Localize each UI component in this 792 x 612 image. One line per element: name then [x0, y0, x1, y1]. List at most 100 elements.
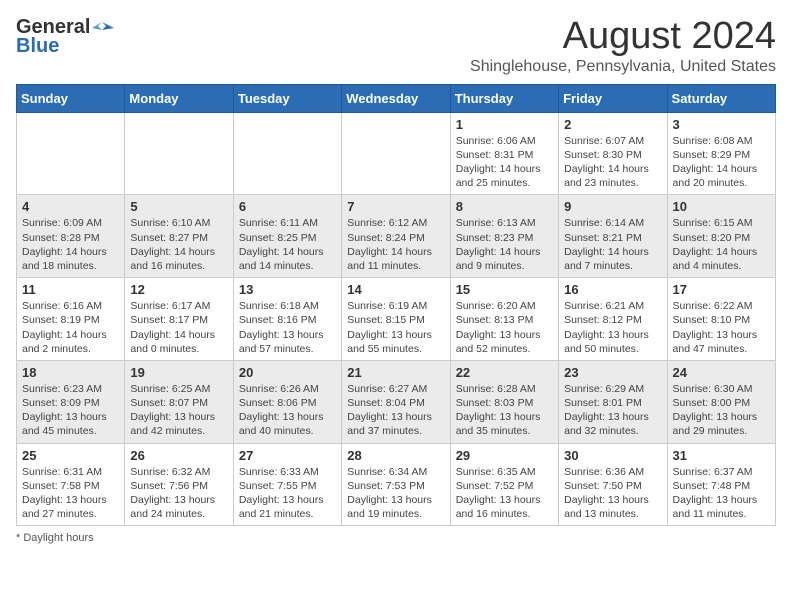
week-row-2: 4Sunrise: 6:09 AMSunset: 8:28 PMDaylight…	[17, 195, 776, 278]
day-info: Sunrise: 6:34 AMSunset: 7:53 PMDaylight:…	[347, 465, 444, 522]
day-info: Sunrise: 6:35 AMSunset: 7:52 PMDaylight:…	[456, 465, 553, 522]
day-cell: 9 Sunrise: 6:14 AMSunset: 8:21 PMDaylight…	[559, 195, 667, 278]
day-info: Sunrise: 6:06 AMSunset: 8:31 PMDaylight:…	[456, 134, 553, 191]
day-cell: 3 Sunrise: 6:08 AMSunset: 8:29 PMDaylight…	[667, 112, 775, 195]
day-cell	[125, 112, 233, 195]
page-subtitle: Shinglehouse, Pennsylvania, United State…	[470, 58, 776, 76]
day-cell: 20Sunrise: 6:26 AMSunset: 8:06 PMDayligh…	[233, 360, 341, 443]
page-title: August 2024	[470, 16, 776, 58]
day-number: 17	[673, 282, 770, 297]
day-cell: 17 Sunrise: 6:22 AMSunset: 8:10 PMDayligh…	[667, 278, 775, 361]
day-cell	[233, 112, 341, 195]
day-info: Sunrise: 6:11 AMSunset: 8:25 PMDaylight:…	[239, 216, 336, 273]
day-info: Sunrise: 6:21 AMSunset: 8:12 PMDaylight:…	[564, 299, 661, 356]
day-cell: 4Sunrise: 6:09 AMSunset: 8:28 PMDaylight…	[17, 195, 125, 278]
day-info: Sunrise: 6:08 AMSunset: 8:29 PMDaylight:…	[673, 134, 770, 191]
day-number: 26	[130, 448, 227, 463]
header-row: SundayMondayTuesdayWednesdayThursdayFrid…	[17, 84, 776, 112]
day-number: 27	[239, 448, 336, 463]
day-info: Sunrise: 6:31 AMSunset: 7:58 PMDaylight:…	[22, 465, 119, 522]
day-cell: 15Sunrise: 6:20 AMSunset: 8:13 PMDayligh…	[450, 278, 558, 361]
col-header-sunday: Sunday	[17, 84, 125, 112]
week-row-1: 1 Sunrise: 6:06 AMSunset: 8:31 PMDaylight…	[17, 112, 776, 195]
day-info: Sunrise: 6:27 AMSunset: 8:04 PMDaylight:…	[347, 382, 444, 439]
week-row-5: 25 Sunrise: 6:31 AMSunset: 7:58 PMDayligh…	[17, 443, 776, 526]
day-info: Sunrise: 6:29 AMSunset: 8:01 PMDaylight:…	[564, 382, 661, 439]
day-info: Sunrise: 6:19 AMSunset: 8:15 PMDaylight:…	[347, 299, 444, 356]
day-number: 29	[456, 448, 553, 463]
day-number: 14	[347, 282, 444, 297]
day-cell: 10Sunrise: 6:15 AMSunset: 8:20 PMDayligh…	[667, 195, 775, 278]
day-info: Sunrise: 6:07 AMSunset: 8:30 PMDaylight:…	[564, 134, 661, 191]
logo-blue: Blue	[16, 35, 59, 58]
day-cell: 18Sunrise: 6:23 AMSunset: 8:09 PMDayligh…	[17, 360, 125, 443]
day-number: 25	[22, 448, 119, 463]
day-cell: 28 Sunrise: 6:34 AMSunset: 7:53 PMDayligh…	[342, 443, 450, 526]
title-block: August 2024 Shinglehouse, Pennsylvania, …	[470, 16, 776, 76]
day-number: 4	[22, 199, 119, 214]
day-number: 23	[564, 365, 661, 380]
day-info: Sunrise: 6:13 AMSunset: 8:23 PMDaylight:…	[456, 216, 553, 273]
day-info: Sunrise: 6:16 AMSunset: 8:19 PMDaylight:…	[22, 299, 119, 356]
day-cell: 5 Sunrise: 6:10 AMSunset: 8:27 PMDaylight…	[125, 195, 233, 278]
col-header-monday: Monday	[125, 84, 233, 112]
day-cell: 23 Sunrise: 6:29 AMSunset: 8:01 PMDayligh…	[559, 360, 667, 443]
day-cell: 11 Sunrise: 6:16 AMSunset: 8:19 PMDayligh…	[17, 278, 125, 361]
day-cell: 21 Sunrise: 6:27 AMSunset: 8:04 PMDayligh…	[342, 360, 450, 443]
logo-bird-icon	[92, 20, 114, 36]
day-number: 5	[130, 199, 227, 214]
col-header-thursday: Thursday	[450, 84, 558, 112]
col-header-friday: Friday	[559, 84, 667, 112]
header: General Blue August 2024 Shinglehouse, P…	[16, 16, 776, 76]
day-number: 31	[673, 448, 770, 463]
day-cell	[17, 112, 125, 195]
col-header-wednesday: Wednesday	[342, 84, 450, 112]
day-number: 16	[564, 282, 661, 297]
day-cell: 19 Sunrise: 6:25 AMSunset: 8:07 PMDayligh…	[125, 360, 233, 443]
day-number: 13	[239, 282, 336, 297]
day-number: 6	[239, 199, 336, 214]
day-cell: 26 Sunrise: 6:32 AMSunset: 7:56 PMDayligh…	[125, 443, 233, 526]
day-cell: 31 Sunrise: 6:37 AMSunset: 7:48 PMDayligh…	[667, 443, 775, 526]
footer-text: Daylight hours	[23, 532, 93, 544]
day-number: 8	[456, 199, 553, 214]
day-cell: 7Sunrise: 6:12 AMSunset: 8:24 PMDaylight…	[342, 195, 450, 278]
day-number: 11	[22, 282, 119, 297]
day-number: 30	[564, 448, 661, 463]
day-cell: 1 Sunrise: 6:06 AMSunset: 8:31 PMDaylight…	[450, 112, 558, 195]
day-number: 18	[22, 365, 119, 380]
week-row-3: 11 Sunrise: 6:16 AMSunset: 8:19 PMDayligh…	[17, 278, 776, 361]
day-cell: 14 Sunrise: 6:19 AMSunset: 8:15 PMDayligh…	[342, 278, 450, 361]
day-info: Sunrise: 6:25 AMSunset: 8:07 PMDaylight:…	[130, 382, 227, 439]
day-info: Sunrise: 6:15 AMSunset: 8:20 PMDaylight:…	[673, 216, 770, 273]
col-header-saturday: Saturday	[667, 84, 775, 112]
day-number: 1	[456, 117, 553, 132]
day-number: 21	[347, 365, 444, 380]
footer-note: * Daylight hours	[16, 532, 776, 544]
day-number: 28	[347, 448, 444, 463]
day-cell: 22Sunrise: 6:28 AMSunset: 8:03 PMDayligh…	[450, 360, 558, 443]
day-number: 2	[564, 117, 661, 132]
day-info: Sunrise: 6:17 AMSunset: 8:17 PMDaylight:…	[130, 299, 227, 356]
day-cell: 8 Sunrise: 6:13 AMSunset: 8:23 PMDaylight…	[450, 195, 558, 278]
day-cell: 24Sunrise: 6:30 AMSunset: 8:00 PMDayligh…	[667, 360, 775, 443]
day-cell: 30 Sunrise: 6:36 AMSunset: 7:50 PMDayligh…	[559, 443, 667, 526]
day-number: 9	[564, 199, 661, 214]
day-info: Sunrise: 6:10 AMSunset: 8:27 PMDaylight:…	[130, 216, 227, 273]
day-info: Sunrise: 6:20 AMSunset: 8:13 PMDaylight:…	[456, 299, 553, 356]
day-number: 19	[130, 365, 227, 380]
day-info: Sunrise: 6:36 AMSunset: 7:50 PMDaylight:…	[564, 465, 661, 522]
day-cell: 29 Sunrise: 6:35 AMSunset: 7:52 PMDayligh…	[450, 443, 558, 526]
day-info: Sunrise: 6:37 AMSunset: 7:48 PMDaylight:…	[673, 465, 770, 522]
day-info: Sunrise: 6:30 AMSunset: 8:00 PMDaylight:…	[673, 382, 770, 439]
day-cell: 25 Sunrise: 6:31 AMSunset: 7:58 PMDayligh…	[17, 443, 125, 526]
day-cell: 6 Sunrise: 6:11 AMSunset: 8:25 PMDaylight…	[233, 195, 341, 278]
day-number: 3	[673, 117, 770, 132]
day-number: 12	[130, 282, 227, 297]
day-info: Sunrise: 6:28 AMSunset: 8:03 PMDaylight:…	[456, 382, 553, 439]
day-cell: 13Sunrise: 6:18 AMSunset: 8:16 PMDayligh…	[233, 278, 341, 361]
day-info: Sunrise: 6:12 AMSunset: 8:24 PMDaylight:…	[347, 216, 444, 273]
day-info: Sunrise: 6:22 AMSunset: 8:10 PMDaylight:…	[673, 299, 770, 356]
day-info: Sunrise: 6:32 AMSunset: 7:56 PMDaylight:…	[130, 465, 227, 522]
day-info: Sunrise: 6:14 AMSunset: 8:21 PMDaylight:…	[564, 216, 661, 273]
